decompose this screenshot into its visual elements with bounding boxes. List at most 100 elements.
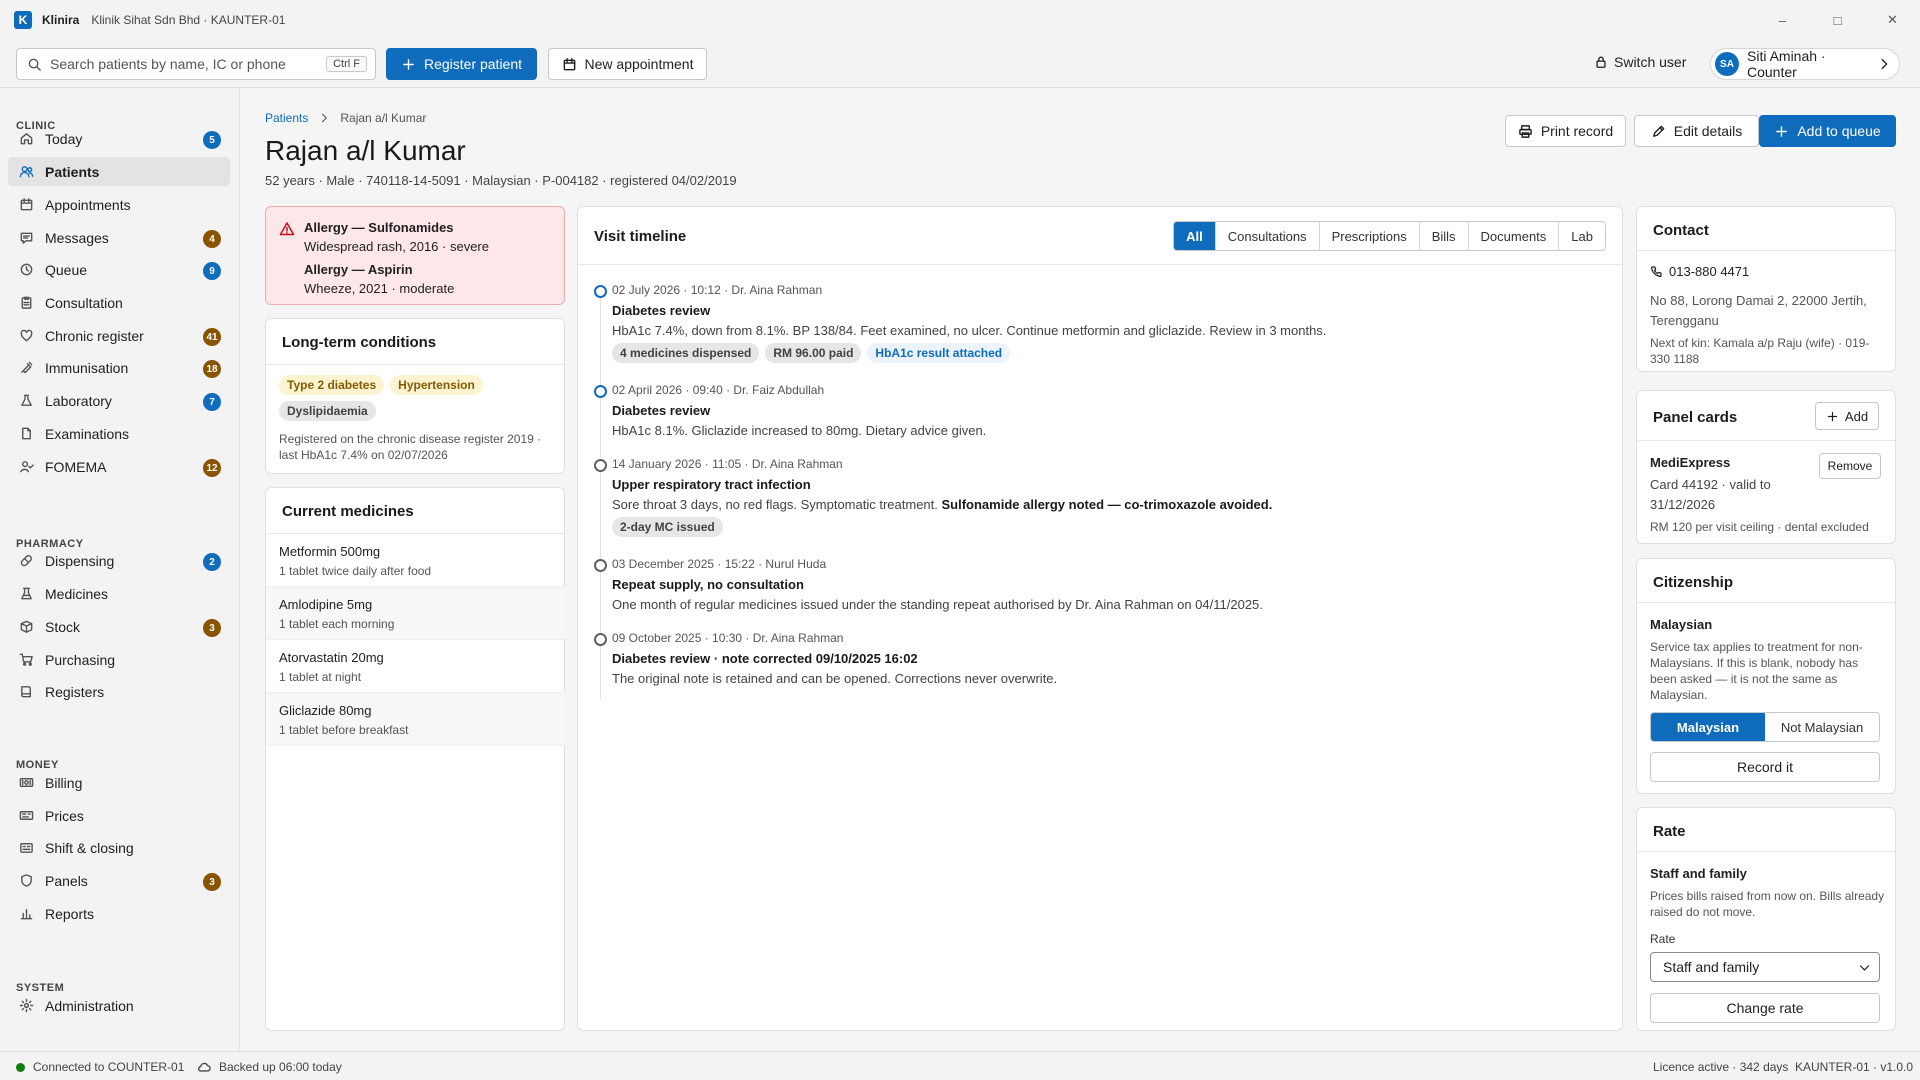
close-button[interactable]: ✕ — [1865, 0, 1920, 40]
people-icon — [19, 166, 34, 178]
timeline-entry-meta: 09 October 2025 · 10:30 · Dr. Aina Rahma… — [612, 631, 844, 645]
timeline-dot-icon — [594, 385, 607, 398]
timeline-entry-title: Diabetes review — [612, 403, 711, 418]
panel-card-detail: Card 44192 · valid to 31/12/2026 — [1650, 477, 1771, 512]
tab-consultations[interactable]: Consultations — [1215, 222, 1320, 250]
count-badge: 3 — [203, 873, 221, 891]
sidebar-item-examinations[interactable]: Examinations — [8, 419, 230, 448]
backup-status: Backed up 06:00 today — [197, 1060, 342, 1074]
add-panel-card-button[interactable]: Add — [1815, 402, 1879, 430]
sidebar-item-consultation[interactable]: Consultation — [8, 288, 230, 317]
remove-panel-card-button[interactable]: Remove — [1819, 453, 1881, 479]
person-check-icon — [20, 461, 34, 473]
sidebar-item-label: Reports — [45, 905, 95, 922]
user-menu[interactable]: SA Siti Aminah · Counter — [1710, 48, 1900, 80]
flask-icon — [21, 394, 32, 406]
breadcrumb: Patients Rajan a/l Kumar — [265, 111, 426, 125]
sidebar-item-messages[interactable]: Messages 4 — [8, 223, 230, 252]
tab-bills[interactable]: Bills — [1419, 222, 1469, 250]
search-shortcut: Ctrl F — [326, 56, 367, 72]
sidebar-item-reports[interactable]: Reports — [8, 899, 230, 928]
sidebar-item-label: Chronic register — [45, 327, 144, 344]
sidebar-item-medicines[interactable]: Medicines — [8, 579, 230, 608]
timeline-entry-description: The original note is retained and can be… — [612, 671, 1058, 686]
timeline-entry-description: HbA1c 7.4%, down from 8.1%. BP 138/84. F… — [612, 323, 1327, 338]
plus-icon — [1776, 125, 1788, 137]
print-record-button[interactable]: Print record — [1505, 115, 1626, 147]
contact-phone[interactable]: 013-880 4471 — [1650, 264, 1749, 279]
pencil-icon — [1652, 125, 1665, 137]
sidebar-item-dispensing[interactable]: Dispensing 2 — [8, 546, 230, 575]
sidebar-item-registers[interactable]: Registers — [8, 677, 230, 706]
minimize-button[interactable]: – — [1755, 0, 1810, 40]
timeline-entry-description: HbA1c 8.1%. Gliclazide increased to 80mg… — [612, 423, 987, 438]
add-to-queue-button[interactable]: Add to queue — [1759, 115, 1896, 147]
sidebar-item-label: FOMEMA — [45, 458, 107, 475]
timeline-entry-description: Sore throat 3 days, no red flags. Sympto… — [612, 497, 1273, 512]
medicine-name: Metformin 500mg — [279, 544, 381, 559]
sidebar-item-queue[interactable]: Queue 9 — [8, 255, 230, 284]
sidebar-item-label: Administration — [45, 997, 134, 1014]
tab-lab[interactable]: Lab — [1559, 222, 1605, 250]
tab-documents[interactable]: Documents — [1468, 222, 1560, 250]
sidebar-item-shift-closing[interactable]: Shift & closing — [8, 833, 230, 862]
timeline-title: Visit timeline — [594, 228, 687, 245]
timeline-dot-icon — [594, 285, 607, 298]
app-context: Klinik Sihat Sdn Bhd · KAUNTER-01 — [91, 13, 286, 27]
gear-icon — [19, 998, 34, 1013]
conditions-note: Registered on the chronic disease regist… — [279, 432, 542, 462]
calendar-icon — [20, 198, 33, 211]
app-name: Klinira — [42, 13, 80, 27]
edit-details-button[interactable]: Edit details — [1634, 115, 1759, 147]
sidebar-item-billing[interactable]: Billing — [8, 768, 230, 797]
change-rate-button[interactable]: Change rate — [1650, 993, 1880, 1023]
plus-icon — [403, 58, 414, 70]
panel-card-name: MediExpress — [1650, 455, 1731, 470]
timeline-entry-meta: 02 April 2026 · 09:40 · Dr. Faiz Abdulla… — [612, 383, 825, 397]
medicine-row[interactable]: Atorvastatin 20mg 1 tablet at night — [266, 640, 566, 693]
sidebar-item-label: Medicines — [45, 585, 109, 602]
medicine-dose: 1 tablet before breakfast — [279, 723, 409, 737]
condition-tag: Type 2 diabetes — [279, 375, 385, 395]
tab-all[interactable]: All — [1174, 222, 1216, 250]
citizenship-option-malaysian[interactable]: Malaysian — [1651, 713, 1765, 741]
sidebar-item-laboratory[interactable]: Laboratory 7 — [8, 386, 230, 415]
timeline-entry-title: Repeat supply, no consultation — [612, 577, 804, 592]
sidebar-item-immunisation[interactable]: Immunisation 18 — [8, 353, 230, 382]
new-appointment-button[interactable]: New appointment — [548, 48, 707, 80]
timeline-tag[interactable]: HbA1c result attached — [867, 343, 1011, 363]
timeline-tag: 2-day MC issued — [612, 517, 723, 537]
timeline-entry-title: Diabetes review · note corrected 09/10/2… — [612, 651, 918, 666]
medicine-row[interactable]: Metformin 500mg 1 tablet twice daily afte… — [266, 534, 566, 587]
record-citizenship-button[interactable]: Record it — [1650, 752, 1880, 782]
switch-user-button[interactable]: Switch user — [1594, 54, 1686, 70]
medicine-dose: 1 tablet at night — [279, 670, 362, 684]
sidebar-item-patients[interactable]: Patients — [8, 157, 230, 186]
sidebar-item-panels[interactable]: Panels 3 — [8, 866, 230, 895]
register-patient-button[interactable]: Register patient — [386, 48, 537, 80]
medicine-row[interactable]: Amlodipine 5mg 1 tablet each morning — [266, 587, 566, 640]
sidebar-item-administration[interactable]: Administration — [8, 991, 230, 1020]
sidebar-item-label: Patients — [45, 163, 100, 180]
count-badge: 9 — [203, 262, 221, 280]
citizenship-value: Malaysian — [1650, 617, 1713, 632]
sidebar-item-prices[interactable]: Prices — [8, 801, 230, 830]
search-input[interactable]: Search patients by name, IC or phone Ctr… — [16, 48, 376, 80]
home-icon — [20, 133, 33, 145]
sidebar-item-chronic-register[interactable]: Chronic register 41 — [8, 321, 230, 350]
sidebar-item-today[interactable]: Today 5 — [8, 124, 230, 153]
sidebar-item-stock[interactable]: Stock 3 — [8, 612, 230, 641]
sidebar-item-purchasing[interactable]: Purchasing — [8, 645, 230, 674]
tab-prescriptions[interactable]: Prescriptions — [1319, 222, 1420, 250]
rate-select[interactable]: Staff and family — [1650, 952, 1880, 982]
warning-icon — [279, 222, 295, 236]
breadcrumb-root[interactable]: Patients — [265, 111, 308, 125]
rate-title: Rate — [1653, 823, 1686, 840]
citizenship-option-not-malaysian[interactable]: Not Malaysian — [1765, 713, 1879, 741]
maximize-button[interactable]: □ — [1810, 0, 1865, 40]
sidebar-item-appointments[interactable]: Appointments — [8, 190, 230, 219]
allergy-item: Allergy — Sulfonamides Widespread rash, … — [304, 220, 489, 254]
sidebar-item-fomema[interactable]: FOMEMA 12 — [8, 452, 230, 481]
medicine-row[interactable]: Gliclazide 80mg 1 tablet before breakfast — [266, 693, 566, 746]
timeline-dot-icon — [594, 633, 607, 646]
